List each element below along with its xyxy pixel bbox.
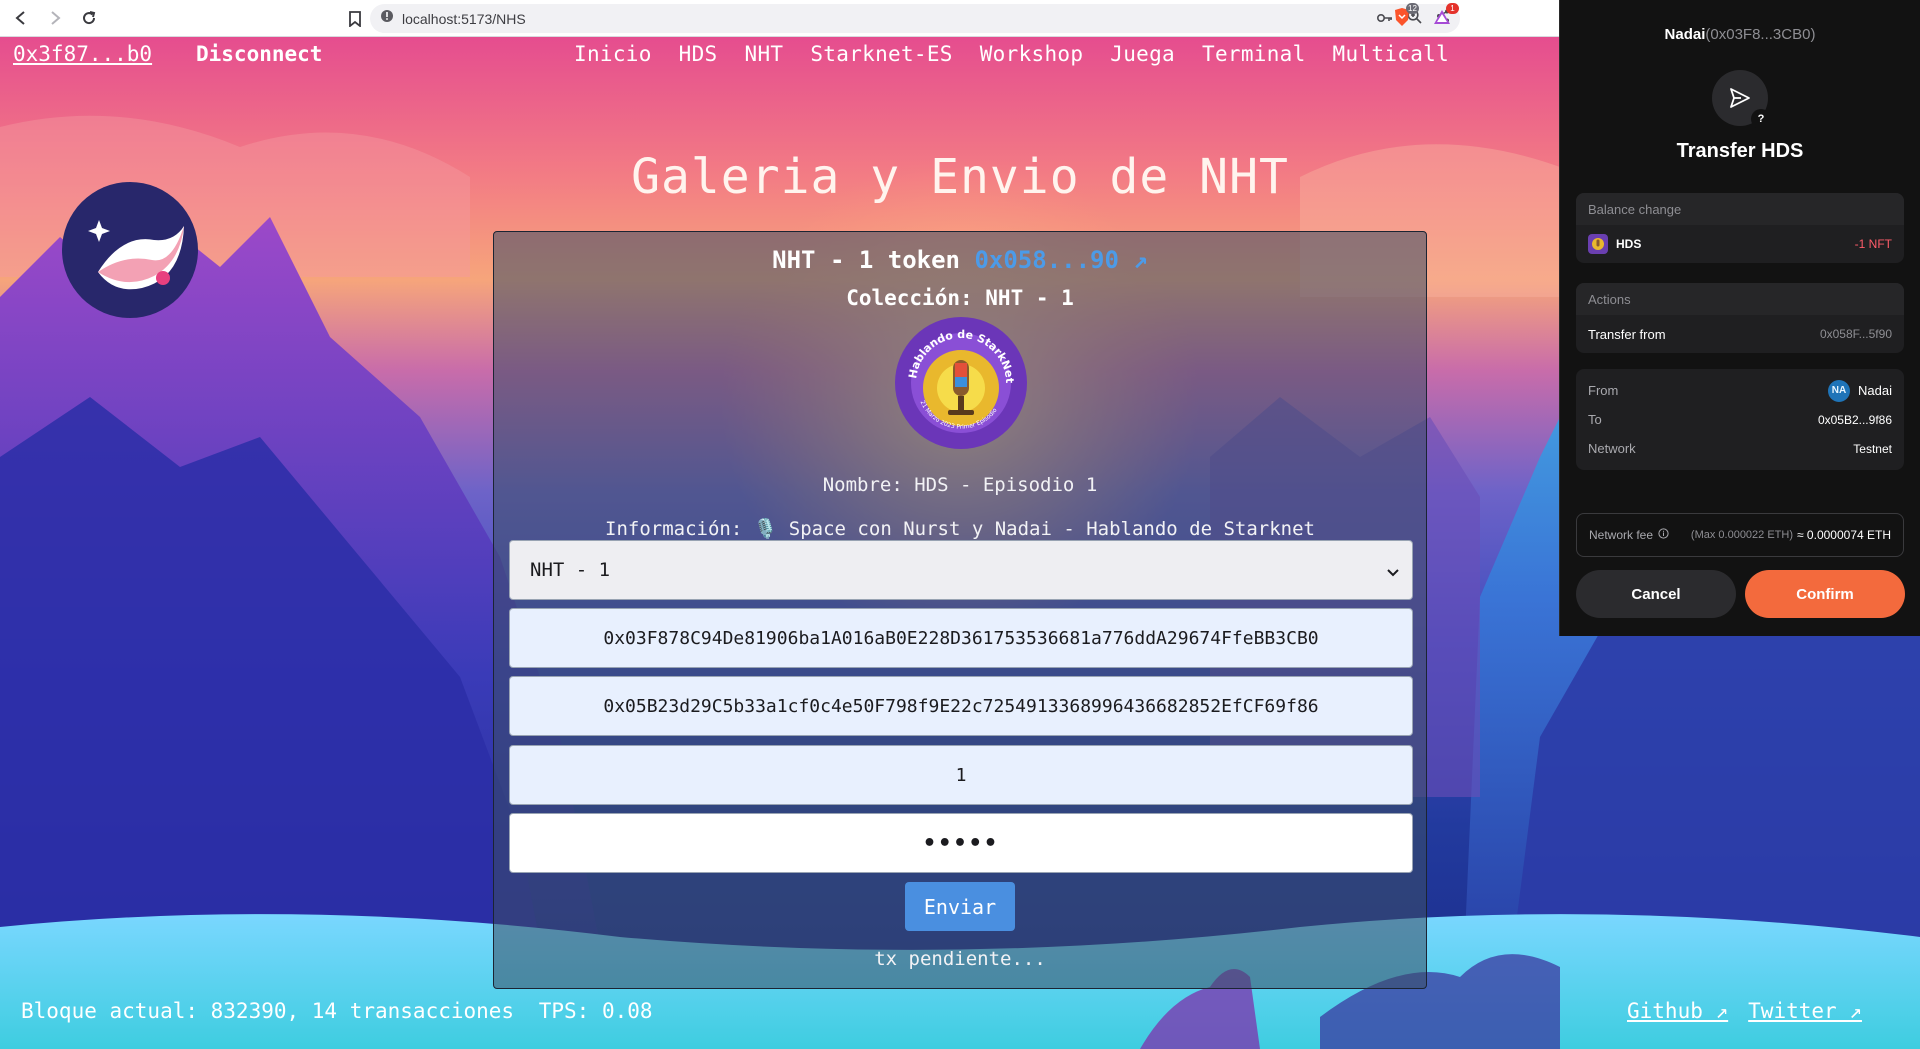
brave-rewards-icon[interactable]: 1 [1432, 3, 1459, 28]
token-contract-link[interactable]: 0x058...90 ↗ [974, 246, 1147, 274]
token-heading-text: NHT - 1 token [772, 246, 960, 274]
url-text: localhost:5173/NHS [402, 10, 526, 27]
account-address-link[interactable]: 0x3f87...b0 [13, 42, 152, 66]
disconnect-button[interactable]: Disconnect [196, 42, 322, 66]
balance-token: HDS [1616, 237, 1642, 251]
address-bar: localhost:5173/NHS [340, 4, 1460, 33]
nav-links: Inicio HDS NHT Starknet-ES Workshop Jueg… [574, 42, 1476, 66]
amount-input[interactable]: 1 [509, 745, 1413, 805]
tx-details-box: From NA Nadai To 0x05B2...9f86 Network T… [1576, 369, 1904, 470]
back-icon[interactable] [4, 3, 38, 33]
token-select-value: NHT - 1 [530, 559, 611, 581]
action-label: Transfer from [1588, 326, 1666, 342]
forward-icon[interactable] [38, 3, 72, 33]
hds-token-icon [1588, 234, 1608, 254]
send-button[interactable]: Enviar [905, 882, 1015, 931]
nft-name: Nombre: HDS - Episodio 1 [822, 474, 1098, 496]
fee-label: Network fee [1589, 528, 1654, 542]
tx-status: tx pendiente... [874, 948, 1046, 970]
wallet-account: Nadai(0x03F8...3CB0) [1560, 26, 1920, 43]
reload-icon[interactable] [72, 3, 106, 33]
network-fee-box: Network fee (Max 0.000022 ETH) ≈ 0.00000… [1576, 513, 1904, 557]
token-select[interactable]: NHT - 1 [509, 540, 1413, 600]
chevron-down-icon [1386, 561, 1400, 583]
to-label: To [1588, 412, 1602, 427]
network-label: Network [1588, 441, 1636, 456]
send-icon: ? [1712, 70, 1771, 129]
github-link[interactable]: Github ↗ [1627, 999, 1728, 1023]
from-address-input[interactable]: 0x03F878C94De81906ba1A016aB0E228D3617535… [509, 608, 1413, 668]
block-status: Bloque actual: 832390, 14 transacciones … [21, 999, 653, 1023]
nav-link-workshop[interactable]: Workshop [980, 42, 1084, 66]
fee-max: (Max 0.000022 ETH) [1690, 529, 1794, 541]
actions-box: Actions Transfer from 0x058F...5f90 [1576, 283, 1904, 353]
nav-link-multicall[interactable]: Multicall [1333, 42, 1450, 66]
footer-links: Github ↗ Twitter ↗ [1627, 999, 1862, 1023]
nav-link-starknet-es[interactable]: Starknet-ES [810, 42, 952, 66]
nft-transfer-card: NHT - 1 token 0x058...90 ↗ Colección: NH… [493, 231, 1427, 989]
collection-label: Colección: NHT - 1 [846, 286, 1074, 310]
block-info: Bloque actual: 832390, 14 transacciones [21, 999, 515, 1023]
action-row[interactable]: Transfer from 0x058F...5f90 [1576, 315, 1904, 353]
nft-info: Información: 🎙️ Space con Nurst y Nadai … [605, 518, 1315, 540]
brave-shield-icon[interactable]: 12 [1392, 3, 1419, 28]
brave-badge: 12 [1406, 3, 1419, 14]
from-label: From [1588, 383, 1619, 398]
balance-change-value: -1 NFT [1854, 237, 1892, 251]
question-icon: ? [1751, 109, 1771, 129]
nav-link-hds[interactable]: HDS [679, 42, 718, 66]
from-value: Nadai [1858, 383, 1892, 398]
wallet-title: Transfer HDS [1676, 140, 1804, 162]
from-value-group: NA Nadai [1828, 379, 1892, 402]
url-field[interactable]: localhost:5173/NHS [370, 4, 1460, 33]
balance-change-box: Balance change HDS -1 NFT [1576, 193, 1904, 263]
amount-value: 1 [955, 764, 967, 786]
from-address-value: 0x03F878C94De81906ba1A016aB0E228D3617535… [603, 627, 1319, 649]
network-value: Testnet [1853, 441, 1892, 456]
site-info-icon[interactable] [380, 9, 394, 28]
key-icon[interactable] [1376, 10, 1393, 28]
actions-header: Actions [1576, 283, 1904, 315]
nav-link-inicio[interactable]: Inicio [574, 42, 652, 66]
bookmark-icon[interactable] [340, 10, 370, 27]
password-input[interactable]: ••••• [509, 813, 1413, 873]
twitter-link[interactable]: Twitter ↗ [1748, 999, 1862, 1023]
nav-link-nht[interactable]: NHT [745, 42, 784, 66]
wallet-account-name: Nadai [1664, 26, 1706, 43]
password-mask: ••••• [922, 830, 1000, 856]
wallet-popup: Nadai(0x03F8...3CB0) ? Transfer HDS Bala… [1559, 0, 1920, 636]
nft-image: Hablando de StarkNet 21 Marzo 2023 Prime… [894, 316, 1028, 450]
to-address-input[interactable]: 0x05B23d29C5b33a1cf0c4e50F798f9E22c72549… [509, 676, 1413, 736]
to-value: 0x05B2...9f86 [1817, 412, 1892, 427]
wallet-account-address: (0x03F8...3CB0) [1705, 26, 1816, 43]
alert-badge: 1 [1446, 3, 1459, 14]
to-address-value: 0x05B23d29C5b33a1cf0c4e50F798f9E22c72549… [603, 695, 1319, 717]
confirm-button[interactable]: Confirm [1745, 570, 1905, 618]
token-heading: NHT - 1 token 0x058...90 ↗ [494, 246, 1426, 274]
cancel-button[interactable]: Cancel [1576, 570, 1736, 618]
nav-link-terminal[interactable]: Terminal [1202, 42, 1306, 66]
nav-link-juega[interactable]: Juega [1110, 42, 1175, 66]
info-icon[interactable] [1658, 528, 1669, 542]
balance-change-header: Balance change [1576, 193, 1904, 225]
avatar: NA [1828, 379, 1851, 402]
fee-amount: ≈ 0.0000074 ETH [1797, 528, 1891, 542]
tps-value: TPS: 0.08 [538, 999, 653, 1023]
action-value: 0x058F...5f90 [1819, 327, 1892, 341]
